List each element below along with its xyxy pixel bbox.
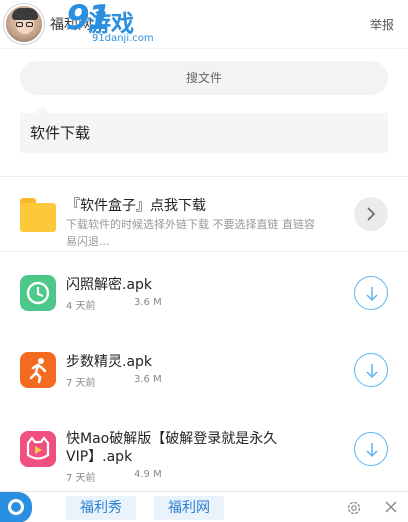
brand-url: 91danji.com xyxy=(92,33,154,44)
chevron-right-icon xyxy=(367,207,376,221)
app-meta: 4 天前 3.6 M xyxy=(66,297,162,312)
close-icon[interactable] xyxy=(384,500,398,514)
app-name: 闪照解密.apk xyxy=(66,277,153,293)
app-age: 4 天前 xyxy=(66,301,96,312)
gear-icon[interactable] xyxy=(346,500,362,516)
download-icon xyxy=(366,364,378,379)
avatar-hair xyxy=(12,8,38,20)
search-input[interactable]: 搜文件 xyxy=(20,61,388,95)
download-button[interactable] xyxy=(354,353,388,387)
qq-logo-icon[interactable] xyxy=(0,492,32,522)
tab-fuliwang[interactable]: 福利网 xyxy=(154,496,224,520)
avatar-glasses-left xyxy=(16,22,23,27)
tab-fulixiu[interactable]: 福利秀 xyxy=(66,496,136,520)
app-size: 3.6 M xyxy=(134,297,162,308)
download-icon xyxy=(366,443,378,458)
footer-bar: 福利秀 福利网 xyxy=(0,491,408,522)
runner-app-icon xyxy=(20,352,56,388)
folder-title: 『软件盒子』点我下载 xyxy=(66,198,206,214)
folder-description: 下载软件的时候选择外链下载 不要选择直链 直链容易闪退... xyxy=(66,218,315,248)
header: 福利网 91 游戏 91danji.com 举报 xyxy=(0,0,408,48)
section-title: 软件下载 xyxy=(20,106,388,153)
download-button[interactable] xyxy=(354,432,388,466)
app-age: 7 天前 xyxy=(66,378,96,389)
app-age: 7 天前 xyxy=(66,473,96,484)
report-link[interactable]: 举报 xyxy=(370,16,394,33)
folder-icon xyxy=(20,198,56,232)
divider xyxy=(0,176,408,177)
download-icon xyxy=(366,287,378,302)
header-divider xyxy=(0,48,408,49)
download-button[interactable] xyxy=(354,276,388,310)
app-size: 3.6 M xyxy=(134,374,162,385)
cat-app-icon xyxy=(20,431,56,467)
clock-app-icon xyxy=(20,275,56,311)
divider xyxy=(0,251,408,252)
app-name: 快Mao破解版【破解登录就是永久VIP】.apk xyxy=(66,431,278,465)
user-avatar[interactable] xyxy=(4,4,44,44)
app-name: 步数精灵.apk xyxy=(66,354,153,370)
open-folder-button[interactable] xyxy=(354,197,388,231)
app-meta: 7 天前 4.9 M xyxy=(66,469,162,484)
app-meta: 7 天前 3.6 M xyxy=(66,374,162,389)
app-size: 4.9 M xyxy=(134,469,162,480)
avatar-glasses-right xyxy=(26,22,33,27)
